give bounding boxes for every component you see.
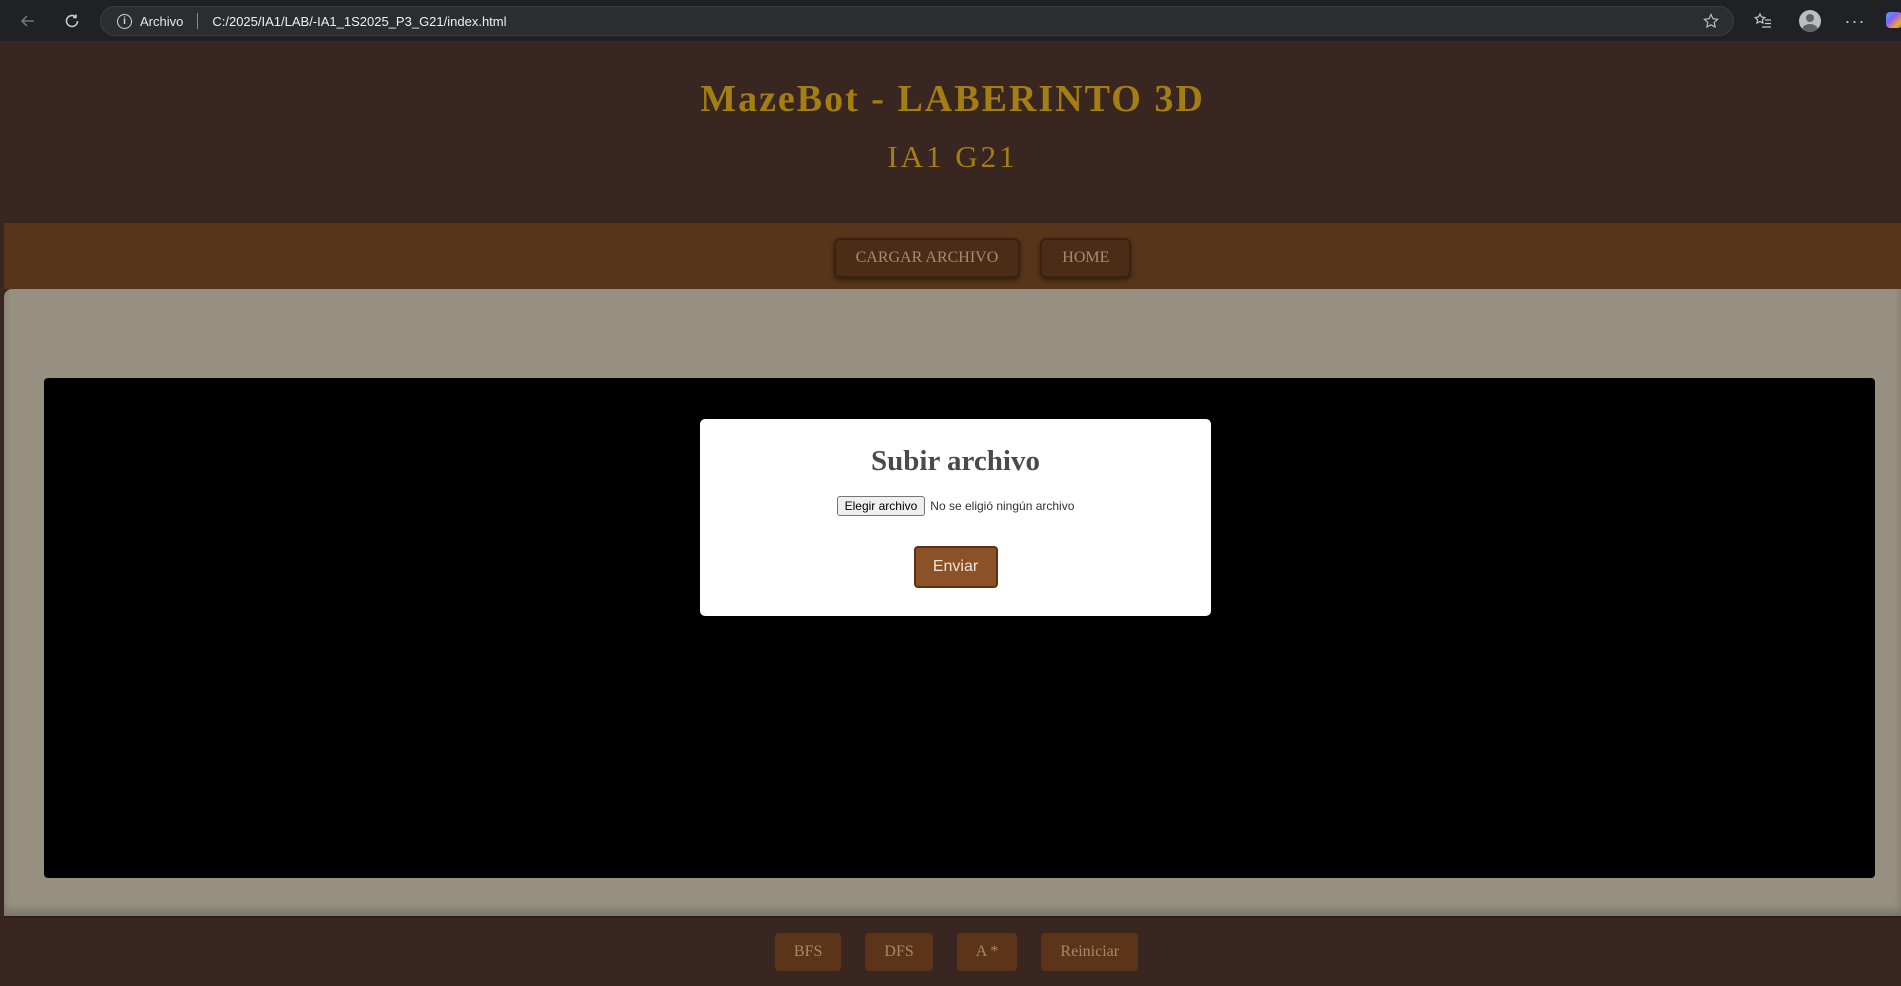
home-button[interactable]: HOME [1040, 237, 1132, 278]
submit-button[interactable]: Enviar [913, 546, 998, 588]
dfs-button[interactable]: DFS [865, 933, 933, 971]
reload-icon [65, 14, 79, 28]
more-icon[interactable]: ··· [1840, 6, 1870, 36]
reload-button[interactable] [54, 3, 90, 39]
upload-modal: Subir archivo Elegir archivo No se eligi… [700, 419, 1211, 616]
nav-bar: CARGAR ARCHIVO HOME [4, 226, 1901, 289]
page-subtitle: IA1 G21 [887, 139, 1018, 174]
reset-button[interactable]: Reiniciar [1041, 933, 1139, 971]
page-title: MazeBot - LABERINTO 3D [700, 78, 1205, 120]
bfs-button[interactable]: BFS [774, 933, 842, 971]
choose-file-button[interactable]: Elegir archivo [836, 496, 926, 516]
back-arrow-icon [20, 15, 34, 27]
address-bar[interactable]: i Archivo C:/2025/IA1/LAB/-IA1_1S2025_P3… [100, 6, 1734, 36]
a-star-button[interactable]: A * [956, 933, 1018, 971]
favorites-icon[interactable] [1748, 6, 1778, 36]
copilot-icon[interactable] [1886, 12, 1901, 28]
page-header: MazeBot - LABERINTO 3D IA1 G21 [4, 41, 1901, 226]
modal-title: Subir archivo [871, 445, 1040, 477]
info-icon[interactable]: i [117, 13, 132, 29]
divider [197, 13, 199, 29]
star-icon[interactable] [1703, 13, 1719, 32]
url-text[interactable]: C:/2025/IA1/LAB/-IA1_1S2025_P3_G21/index… [212, 14, 506, 29]
file-input: Elegir archivo No se eligió ningún archi… [700, 496, 1211, 516]
load-file-button[interactable]: CARGAR ARCHIVO [833, 237, 1021, 278]
profile-icon[interactable] [1795, 6, 1825, 36]
algorithm-bar: BFS DFS A * Reiniciar [4, 916, 1901, 986]
browser-toolbar: i Archivo C:/2025/IA1/LAB/-IA1_1S2025_P3… [0, 0, 1901, 41]
scheme-label: Archivo [140, 13, 184, 29]
back-button[interactable] [10, 3, 46, 39]
file-status: No se eligió ningún archivo [930, 499, 1075, 513]
